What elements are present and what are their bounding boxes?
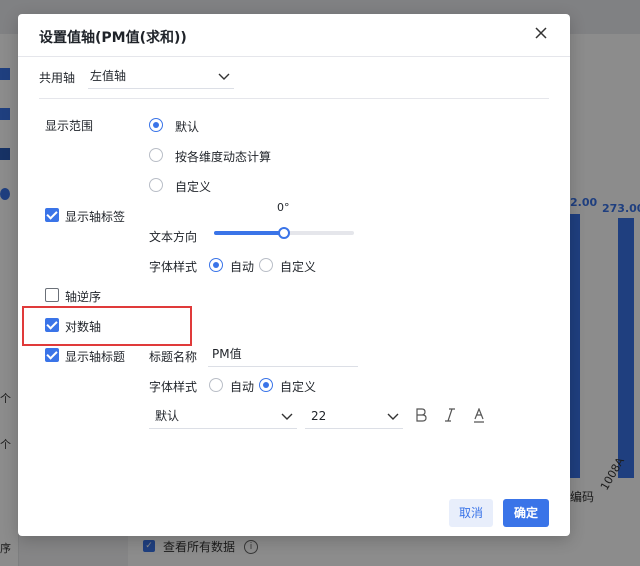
label-font-option: 自定义	[280, 260, 317, 274]
label-font-option: 自动	[230, 260, 255, 274]
header-divider	[18, 56, 570, 57]
display-range-default-radio[interactable]	[149, 118, 163, 132]
text-direction-slider[interactable]	[214, 227, 354, 239]
slider-handle[interactable]	[278, 227, 290, 239]
angle-readout: 0°	[277, 201, 290, 214]
dialog-title: 设置值轴(PM值(求和))	[39, 30, 187, 46]
show-axis-labels-label: 显示轴标签	[65, 210, 126, 224]
chevron-down-icon	[218, 73, 230, 80]
shared-axis-value: 左值轴	[90, 69, 127, 83]
title-font-option: 自定义	[280, 380, 317, 394]
display-range-option: 按各维度动态计算	[175, 150, 272, 164]
close-icon[interactable]	[532, 26, 550, 44]
bold-icon[interactable]	[414, 408, 428, 426]
underline-icon[interactable]	[472, 407, 486, 427]
text-direction-label: 文本方向	[149, 230, 198, 244]
font-family-value: 默认	[155, 409, 180, 423]
axis-settings-dialog: 设置值轴(PM值(求和)) 共用轴 左值轴 显示范围 默认 按各维度动态计算 自…	[18, 14, 570, 536]
label-font-custom-radio[interactable]	[259, 258, 273, 272]
font-family-select[interactable]: 默认	[149, 404, 297, 429]
chevron-down-icon	[387, 413, 399, 420]
show-axis-title-checkbox[interactable]	[45, 348, 59, 362]
chevron-down-icon	[281, 413, 293, 420]
highlight-box	[22, 306, 192, 346]
title-font-option: 自动	[230, 380, 255, 394]
confirm-button[interactable]: 确定	[503, 499, 549, 527]
shared-axis-select[interactable]: 左值轴	[88, 64, 234, 89]
font-style-label: 字体样式	[149, 260, 198, 274]
title-name-input[interactable]: PM值	[208, 342, 358, 367]
display-range-option: 自定义	[175, 180, 212, 194]
title-name-value: PM值	[212, 347, 242, 361]
display-range-label: 显示范围	[45, 119, 94, 133]
show-axis-title-label: 显示轴标题	[65, 350, 126, 364]
title-font-auto-radio[interactable]	[209, 378, 223, 392]
display-range-custom-radio[interactable]	[149, 178, 163, 192]
display-range-option: 默认	[175, 120, 200, 134]
title-font-style-label: 字体样式	[149, 380, 198, 394]
italic-icon[interactable]	[443, 408, 457, 426]
shared-axis-label: 共用轴	[39, 71, 76, 85]
title-name-label: 标题名称	[149, 350, 198, 364]
font-size-value: 22	[311, 409, 327, 423]
label-font-auto-radio[interactable]	[209, 258, 223, 272]
title-font-custom-radio[interactable]	[259, 378, 273, 392]
display-range-dynamic-radio[interactable]	[149, 148, 163, 162]
axis-reverse-label: 轴逆序	[65, 290, 102, 304]
cancel-button[interactable]: 取消	[449, 499, 493, 527]
section-divider	[39, 98, 549, 99]
axis-reverse-checkbox[interactable]	[45, 288, 59, 302]
slider-fill	[214, 231, 284, 235]
font-size-select[interactable]: 22	[305, 404, 403, 429]
show-axis-labels-checkbox[interactable]	[45, 208, 59, 222]
